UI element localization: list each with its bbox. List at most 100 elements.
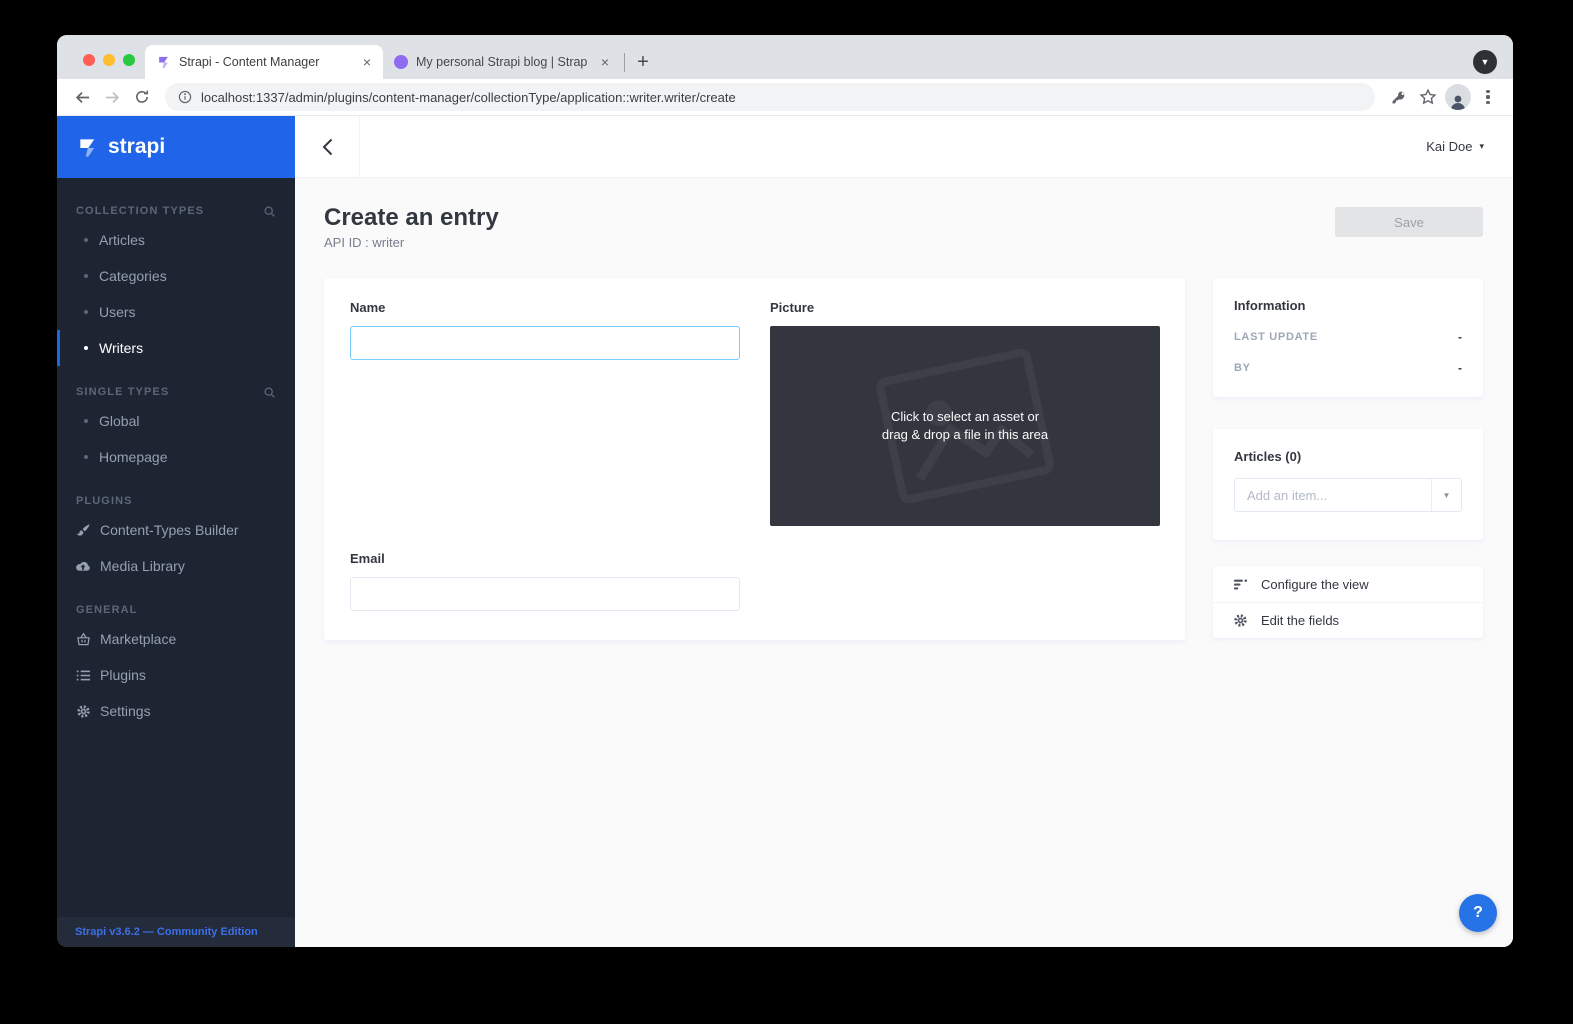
- tab-strip: Strapi - Content Manager × My personal S…: [57, 35, 1513, 79]
- tab-search-button[interactable]: ▼: [1473, 50, 1497, 74]
- search-icon[interactable]: [263, 386, 276, 399]
- window-controls: [83, 54, 135, 66]
- page-body: Create an entry API ID : writer Save Nam…: [295, 178, 1513, 947]
- last-update-row: LAST UPDATE -: [1234, 330, 1462, 344]
- user-name: Kai Doe: [1426, 139, 1472, 154]
- entry-form-card: Name Picture: [324, 278, 1185, 640]
- last-update-value: -: [1458, 330, 1462, 344]
- sidebar-item-homepage[interactable]: Homepage: [57, 439, 295, 475]
- back-button[interactable]: [69, 84, 95, 110]
- browser-toolbar: localhost:1337/admin/plugins/content-man…: [57, 79, 1513, 116]
- tabs: Strapi - Content Manager × My personal S…: [145, 45, 656, 79]
- brush-icon: [75, 523, 91, 538]
- basket-icon: [75, 632, 91, 647]
- last-update-label: LAST UPDATE: [1234, 331, 1318, 343]
- app-header: Kai Doe ▾: [295, 116, 1513, 178]
- sidebar-item-label: Homepage: [99, 449, 168, 465]
- strapi-logo-text: strapi: [108, 135, 165, 159]
- site-info-icon[interactable]: [178, 90, 192, 104]
- picture-label: Picture: [770, 300, 1160, 315]
- main-content: Kai Doe ▾ Create an entry API ID : write…: [295, 116, 1513, 947]
- strapi-favicon-icon: [156, 55, 171, 70]
- section-single-types: SINGLE TYPES: [57, 381, 295, 403]
- list-icon: [75, 668, 91, 683]
- browser-menu-icon[interactable]: [1475, 84, 1501, 110]
- picture-dropzone[interactable]: Click to select an asset or drag & drop …: [770, 326, 1160, 526]
- by-label: BY: [1234, 362, 1251, 374]
- forward-button[interactable]: [99, 84, 125, 110]
- dropzone-text-line1: Click to select an asset or: [891, 408, 1039, 426]
- sidebar-item-label: Media Library: [100, 558, 185, 574]
- sidebar-nav: COLLECTION TYPES Articles Categories Use…: [57, 178, 295, 917]
- chevron-down-icon[interactable]: ▼: [1431, 479, 1461, 511]
- desktop-background: Strapi - Content Manager × My personal S…: [0, 0, 1573, 1024]
- page-head: Create an entry API ID : writer Save: [324, 204, 1483, 250]
- sidebar-item-marketplace[interactable]: Marketplace: [57, 621, 295, 657]
- title-block: Create an entry API ID : writer: [324, 204, 499, 250]
- sidebar-item-plugins[interactable]: Plugins: [57, 657, 295, 693]
- new-tab-button[interactable]: +: [630, 49, 656, 75]
- url-text: localhost:1337/admin/plugins/content-man…: [201, 90, 736, 105]
- sidebar-item-label: Categories: [99, 268, 167, 284]
- sidebar-item-label: Writers: [99, 340, 143, 356]
- version-text: Strapi v3.6.2 — Community Edition: [75, 926, 258, 938]
- close-tab-icon[interactable]: ×: [359, 54, 375, 70]
- search-icon[interactable]: [263, 205, 276, 218]
- sidebar-item-global[interactable]: Global: [57, 403, 295, 439]
- tab-strapi-content-manager[interactable]: Strapi - Content Manager ×: [145, 45, 383, 79]
- password-key-icon[interactable]: [1385, 84, 1411, 110]
- sidebar-item-settings[interactable]: Settings: [57, 693, 295, 729]
- email-field-group: Email: [350, 551, 740, 611]
- chevron-left-icon: [322, 138, 333, 156]
- close-tab-icon[interactable]: ×: [597, 54, 613, 70]
- sidebar-item-label: Plugins: [100, 667, 146, 683]
- email-label: Email: [350, 551, 740, 566]
- sidebar-item-writers[interactable]: Writers: [57, 330, 295, 366]
- version-footer[interactable]: Strapi v3.6.2 — Community Edition: [57, 917, 295, 947]
- minimize-window-button[interactable]: [103, 54, 115, 66]
- sidebar-item-label: Marketplace: [100, 631, 176, 647]
- sidebar-item-label: Content-Types Builder: [100, 522, 239, 538]
- sidebar: strapi COLLECTION TYPES Articles Categor…: [57, 116, 295, 947]
- email-input[interactable]: [350, 577, 740, 611]
- page-title: Create an entry: [324, 204, 499, 232]
- browser-window: Strapi - Content Manager × My personal S…: [57, 35, 1513, 947]
- save-button[interactable]: Save: [1335, 207, 1483, 237]
- sidebar-item-users[interactable]: Users: [57, 294, 295, 330]
- refresh-button[interactable]: [129, 84, 155, 110]
- tab-strapi-blog[interactable]: My personal Strapi blog | Strap ×: [383, 45, 621, 79]
- name-input[interactable]: [350, 326, 740, 360]
- close-window-button[interactable]: [83, 54, 95, 66]
- configure-view-link[interactable]: Configure the view: [1213, 566, 1483, 602]
- right-panel: Information LAST UPDATE - BY -: [1213, 278, 1483, 638]
- address-bar[interactable]: localhost:1337/admin/plugins/content-man…: [165, 83, 1375, 111]
- sidebar-item-articles[interactable]: Articles: [57, 222, 295, 258]
- tab-divider: [624, 53, 625, 72]
- columns: Name Picture: [324, 278, 1483, 640]
- sidebar-item-media-library[interactable]: Media Library: [57, 548, 295, 584]
- edit-fields-link[interactable]: Edit the fields: [1213, 602, 1483, 638]
- section-collection-types: COLLECTION TYPES: [57, 200, 295, 222]
- bookmark-star-icon[interactable]: [1415, 84, 1441, 110]
- section-title: COLLECTION TYPES: [76, 205, 204, 217]
- dropzone-text-line2: drag & drop a file in this area: [882, 426, 1048, 444]
- sidebar-item-content-types-builder[interactable]: Content-Types Builder: [57, 512, 295, 548]
- chevron-down-icon: ▾: [1479, 141, 1484, 152]
- go-back-button[interactable]: [295, 116, 360, 177]
- profile-avatar[interactable]: [1445, 84, 1471, 110]
- view-links-card: Configure the view Edit the fields: [1213, 566, 1483, 638]
- select-placeholder: Add an item...: [1235, 479, 1431, 511]
- section-title: GENERAL: [76, 604, 137, 616]
- add-article-select[interactable]: Add an item... ▼: [1234, 478, 1462, 512]
- strapi-logo[interactable]: strapi: [57, 116, 295, 178]
- sidebar-item-label: Users: [99, 304, 136, 320]
- name-field-group: Name: [350, 300, 740, 360]
- information-card: Information LAST UPDATE - BY -: [1213, 278, 1483, 397]
- maximize-window-button[interactable]: [123, 54, 135, 66]
- help-button[interactable]: ?: [1459, 894, 1497, 932]
- name-label: Name: [350, 300, 740, 315]
- cloud-upload-icon: [75, 560, 91, 573]
- user-menu[interactable]: Kai Doe ▾: [1426, 139, 1513, 154]
- tab-title: Strapi - Content Manager: [179, 55, 351, 69]
- sidebar-item-categories[interactable]: Categories: [57, 258, 295, 294]
